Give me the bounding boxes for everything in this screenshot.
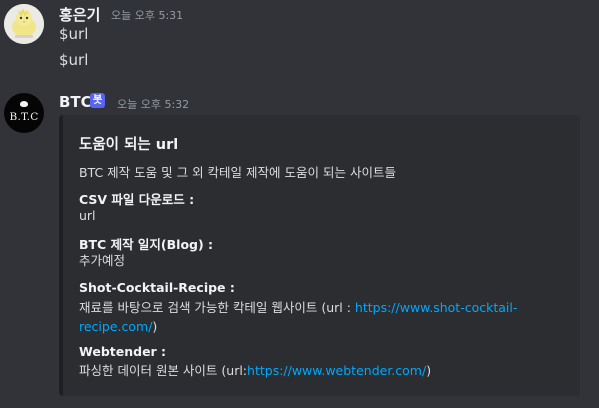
embed-field-value: 파싱한 데이터 원본 사이트 (url:https://www.webtende… <box>79 361 559 380</box>
message-author[interactable]: 홍은기 <box>59 4 100 25</box>
message-timestamp: 오늘 오후 5:32 <box>117 98 190 111</box>
message-timestamp: 오늘 오후 5:31 <box>111 9 184 22</box>
embed-field-value: 재료를 바탕으로 검색 가능한 칵테일 웹사이트 (url : https://… <box>79 298 559 336</box>
embed-field-value: url <box>79 208 96 223</box>
btc-logo-text: B.T.C <box>9 111 39 123</box>
field-value-suffix: ) <box>426 363 432 378</box>
message-line: $url <box>59 51 89 69</box>
message-author[interactable]: BTC <box>59 93 92 111</box>
bot-badge: 봇 <box>90 93 106 108</box>
message-line: $url <box>59 25 89 43</box>
btc-logo-icon[interactable]: B.T.C <box>4 93 44 133</box>
field-value-suffix: ) <box>152 319 158 334</box>
btc-logo-mark <box>20 101 28 107</box>
embed-field-name: Shot-Cocktail-Recipe : <box>79 280 235 295</box>
embed-field-name: Webtender : <box>79 344 167 359</box>
embed-title: 도움이 되는 url <box>79 137 179 153</box>
embed-card: 도움이 되는 url BTC 제작 도움 및 그 외 칵테일 제작에 도움이 되… <box>59 115 580 396</box>
embed-description: BTC 제작 도움 및 그 외 칵테일 제작에 도움이 되는 사이트들 <box>79 165 396 180</box>
field-value-text: 재료를 바탕으로 검색 가능한 칵테일 웹사이트 (url : <box>79 300 355 315</box>
webtender-link[interactable]: https://www.webtender.com/ <box>247 363 426 378</box>
embed-field-value: 추가예정 <box>79 253 126 268</box>
field-value-text: 파싱한 데이터 원본 사이트 (url: <box>79 363 248 378</box>
chick-avatar-icon[interactable] <box>4 4 44 44</box>
